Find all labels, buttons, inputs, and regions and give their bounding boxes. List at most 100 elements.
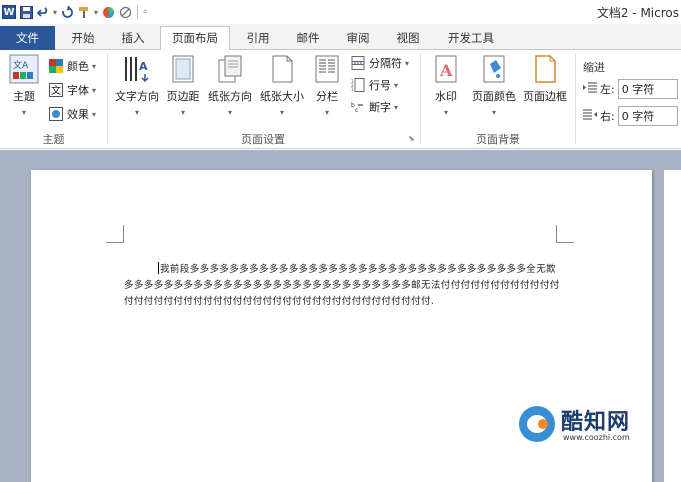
size-icon — [267, 54, 297, 84]
size-label: 纸张大小 — [260, 90, 304, 103]
indent-title: 缩进 — [583, 61, 605, 74]
tab-view[interactable]: 视图 — [388, 27, 428, 49]
tab-developer[interactable]: 开发工具 — [440, 27, 502, 49]
margins-label: 页边距 — [166, 90, 200, 103]
svg-text:文A: 文A — [13, 59, 29, 71]
breaks-button[interactable]: 分隔符 ▾ — [350, 54, 409, 72]
watermark-label: 水印 — [435, 90, 457, 103]
effects-dropdown-icon: ▾ — [92, 109, 97, 119]
color-wheel-icon[interactable] — [101, 5, 115, 19]
page-setup-launcher-icon[interactable]: ⬊ — [408, 134, 415, 143]
qat-separator — [137, 6, 139, 18]
crop-mark-top-left — [106, 225, 124, 243]
tab-file[interactable]: 文件 — [0, 26, 55, 50]
site-url: www.coozhi.com — [563, 433, 630, 442]
fonts-dropdown-icon: ▾ — [92, 85, 97, 95]
redo-icon[interactable] — [60, 5, 74, 19]
columns-dropdown-icon: ▾ — [324, 108, 329, 117]
tab-insert[interactable]: 插入 — [112, 27, 154, 49]
tab-home[interactable]: 开始 — [62, 27, 104, 49]
indent-left-label: 左: — [600, 83, 615, 96]
watermark-button[interactable]: A 水印 ▾ — [426, 54, 466, 117]
themes-button[interactable]: 文A 主题 ▾ — [4, 54, 44, 117]
columns-button[interactable]: 分栏 ▾ — [310, 54, 344, 117]
format-painter-icon[interactable] — [77, 5, 91, 19]
effects-icon — [48, 106, 64, 122]
size-button[interactable]: 纸张大小 ▾ — [256, 54, 308, 117]
no-format-icon[interactable] — [118, 5, 132, 19]
margins-icon — [168, 54, 198, 84]
theme-group-label: 主题 — [42, 133, 65, 146]
hyphenation-icon: bc — [350, 99, 366, 115]
text-direction-dropdown-icon: ▾ — [134, 108, 139, 117]
indent-right-label: 右: — [600, 110, 615, 123]
indent-left-icon — [583, 82, 597, 97]
page-color-icon — [479, 54, 509, 84]
watermark-icon: A — [431, 54, 461, 84]
window-title: 文档2 - Micros — [596, 6, 679, 20]
line-numbers-button[interactable]: 123 行号 ▾ — [350, 76, 398, 94]
text-direction-label: 文字方向 — [115, 90, 159, 103]
ribbon-tabs: 文件 开始 插入 页面布局 引用 邮件 审阅 视图 开发工具 — [0, 24, 681, 50]
tab-review[interactable]: 审阅 — [338, 27, 378, 49]
text-direction-button[interactable]: A 文字方向 ▾ — [111, 54, 163, 117]
undo-dropdown-icon[interactable]: ▾ — [53, 8, 57, 17]
themes-label: 主题 — [13, 90, 35, 103]
breaks-dropdown-icon: ▾ — [405, 58, 410, 68]
theme-fonts-button[interactable]: 文 字体 ▾ — [48, 81, 96, 99]
orientation-dropdown-icon: ▾ — [227, 108, 232, 117]
indent-left-input[interactable] — [617, 79, 678, 99]
paragraph-line-1: 我前段多多多多多多多多多多多多多多多多多多多多多多多多多多多多多多多多多 — [160, 264, 517, 275]
page-setup-group-label: 页面设置 — [241, 133, 285, 146]
themes-dropdown-icon: ▾ — [21, 108, 26, 117]
next-page-edge — [664, 170, 681, 482]
document-paragraph[interactable]: 我前段多多多多多多多多多多多多多多多多多多多多多多多多多多多多多多多多多多全无欺… — [124, 262, 560, 310]
svg-text:c: c — [355, 107, 358, 114]
site-watermark: 酷知网 www.coozhi.com — [513, 400, 653, 450]
size-dropdown-icon: ▾ — [279, 108, 284, 117]
effects-label: 效果 — [67, 108, 89, 121]
margins-dropdown-icon: ▾ — [180, 108, 185, 117]
site-logo-icon — [519, 406, 555, 442]
breaks-label: 分隔符 — [369, 57, 402, 70]
hyphenation-dropdown-icon: ▾ — [394, 102, 399, 112]
format-painter-dropdown-icon[interactable]: ▾ — [94, 8, 98, 17]
tab-references[interactable]: 引用 — [238, 27, 278, 49]
theme-colors-button[interactable]: 颜色 ▾ — [48, 57, 96, 75]
crop-mark-top-right — [556, 225, 574, 243]
breaks-icon — [350, 55, 366, 71]
colors-icon — [48, 58, 64, 74]
word-app-icon[interactable]: W — [2, 5, 16, 19]
indent-right-input[interactable] — [617, 106, 678, 126]
page-color-dropdown-icon: ▾ — [491, 108, 496, 117]
page-color-label: 页面颜色 — [472, 90, 516, 103]
margins-button[interactable]: 页边距 ▾ — [163, 54, 203, 117]
undo-icon[interactable] — [36, 5, 50, 19]
text-cursor — [158, 262, 159, 274]
svg-text:A: A — [139, 60, 148, 73]
page-color-button[interactable]: 页面颜色 ▾ — [468, 54, 520, 117]
orientation-label: 纸张方向 — [208, 90, 252, 103]
save-icon[interactable] — [19, 5, 33, 19]
watermark-dropdown-icon: ▾ — [443, 108, 448, 117]
indent-left-row: 左: — [583, 79, 678, 99]
page-borders-button[interactable]: 页面边框 — [520, 54, 570, 104]
indent-right-row: 右: — [583, 106, 678, 126]
line-numbers-label: 行号 — [369, 79, 391, 92]
theme-effects-button[interactable]: 效果 ▾ — [48, 105, 96, 123]
colors-dropdown-icon: ▾ — [92, 61, 97, 71]
hyphenation-button[interactable]: bc 断字 ▾ — [350, 98, 398, 116]
fonts-icon: 文 — [48, 82, 64, 98]
page-borders-icon — [530, 54, 560, 84]
tab-page-layout[interactable]: 页面布局 — [160, 26, 230, 50]
svg-text:A: A — [439, 61, 453, 80]
ribbon: 文A 主题 ▾ 颜色 ▾ 文 字体 ▾ 效果 ▾ 主题 A 文字方向 ▾ 页边距 ▾ … — [0, 50, 681, 149]
page-background-group-label: 页面背景 — [476, 133, 520, 146]
line-numbers-dropdown-icon: ▾ — [394, 80, 399, 90]
title-bar: W ▾ ▾ ⩡ 文档2 - Micros — [0, 0, 681, 24]
tab-mailings[interactable]: 邮件 — [288, 27, 328, 49]
customize-qat-icon[interactable]: ⩡ — [143, 7, 148, 17]
svg-text:3: 3 — [351, 87, 354, 92]
orientation-button[interactable]: 纸张方向 ▾ — [204, 54, 256, 117]
svg-text:文: 文 — [51, 84, 61, 97]
